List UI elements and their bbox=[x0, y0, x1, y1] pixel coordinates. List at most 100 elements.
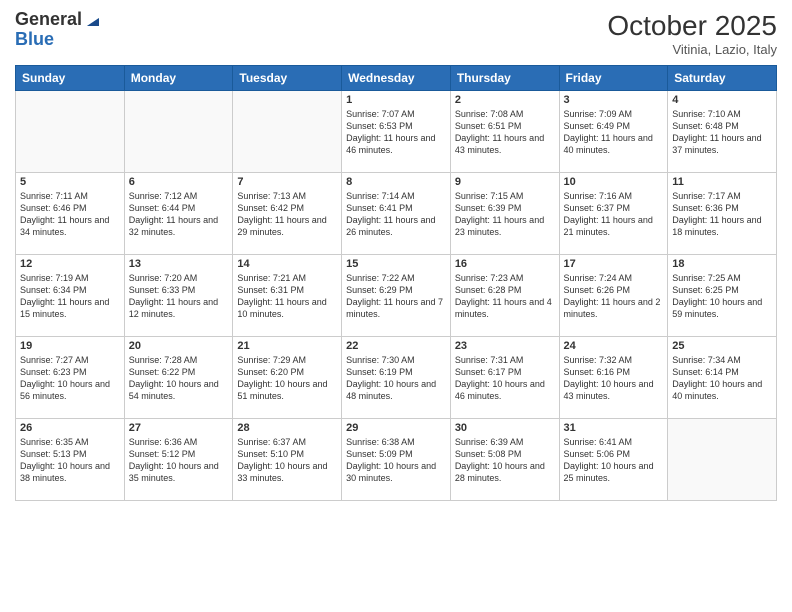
table-row: 19 Sunrise: 7:27 AM Sunset: 6:23 PM Dayli… bbox=[16, 337, 125, 419]
table-row: 7 Sunrise: 7:13 AM Sunset: 6:42 PM Daylig… bbox=[233, 173, 342, 255]
day-info: Sunrise: 7:15 AM Sunset: 6:39 PM Dayligh… bbox=[455, 190, 555, 239]
day-info: Sunrise: 7:09 AM Sunset: 6:49 PM Dayligh… bbox=[564, 108, 664, 157]
calendar-week-row: 12Sunrise: 7:19 AM Sunset: 6:34 PM Dayli… bbox=[16, 255, 777, 337]
day-info: Sunrise: 7:20 AM Sunset: 6:33 PM Dayligh… bbox=[129, 272, 229, 321]
table-row: 5 Sunrise: 7:11 AM Sunset: 6:46 PM Daylig… bbox=[16, 173, 125, 255]
header-saturday: Saturday bbox=[668, 66, 777, 91]
table-row: 9 Sunrise: 7:15 AM Sunset: 6:39 PM Daylig… bbox=[450, 173, 559, 255]
day-info: Sunrise: 7:27 AM Sunset: 6:23 PM Dayligh… bbox=[20, 354, 120, 403]
day-number: 9 bbox=[455, 176, 555, 188]
day-number: 18 bbox=[672, 258, 772, 270]
day-number: 30 bbox=[455, 422, 555, 434]
day-info: Sunrise: 7:29 AM Sunset: 6:20 PM Dayligh… bbox=[237, 354, 337, 403]
day-number: 23 bbox=[455, 340, 555, 352]
table-row: 23 Sunrise: 7:31 AM Sunset: 6:17 PM Dayli… bbox=[450, 337, 559, 419]
table-row: 24 Sunrise: 7:32 AM Sunset: 6:16 PM Dayli… bbox=[559, 337, 668, 419]
day-number: 29 bbox=[346, 422, 446, 434]
table-row: 26 Sunrise: 6:35 AM Sunset: 5:13 PM Dayli… bbox=[16, 419, 125, 501]
day-number: 28 bbox=[237, 422, 337, 434]
calendar-week-row: 5 Sunrise: 7:11 AM Sunset: 6:46 PM Daylig… bbox=[16, 173, 777, 255]
day-info: Sunrise: 7:07 AM Sunset: 6:53 PM Dayligh… bbox=[346, 108, 446, 157]
table-row: 25Sunrise: 7:34 AM Sunset: 6:14 PM Dayli… bbox=[668, 337, 777, 419]
day-number: 19 bbox=[20, 340, 120, 352]
logo: General Blue bbox=[15, 10, 103, 50]
table-row: 28 Sunrise: 6:37 AM Sunset: 5:10 PM Dayli… bbox=[233, 419, 342, 501]
day-number: 20 bbox=[129, 340, 229, 352]
day-info: Sunrise: 7:17 AM Sunset: 6:36 PM Dayligh… bbox=[672, 190, 772, 239]
day-info: Sunrise: 6:37 AM Sunset: 5:10 PM Dayligh… bbox=[237, 436, 337, 485]
table-row: 31Sunrise: 6:41 AM Sunset: 5:06 PM Dayli… bbox=[559, 419, 668, 501]
table-row: 15Sunrise: 7:22 AM Sunset: 6:29 PM Dayli… bbox=[342, 255, 451, 337]
header-sunday: Sunday bbox=[16, 66, 125, 91]
calendar-week-row: 26 Sunrise: 6:35 AM Sunset: 5:13 PM Dayli… bbox=[16, 419, 777, 501]
table-row: 27Sunrise: 6:36 AM Sunset: 5:12 PM Dayli… bbox=[124, 419, 233, 501]
day-info: Sunrise: 6:38 AM Sunset: 5:09 PM Dayligh… bbox=[346, 436, 446, 485]
table-row: 16 Sunrise: 7:23 AM Sunset: 6:28 PM Dayli… bbox=[450, 255, 559, 337]
day-number: 8 bbox=[346, 176, 446, 188]
day-info: Sunrise: 7:24 AM Sunset: 6:26 PM Dayligh… bbox=[564, 272, 664, 321]
table-row bbox=[16, 91, 125, 173]
day-info: Sunrise: 6:35 AM Sunset: 5:13 PM Dayligh… bbox=[20, 436, 120, 485]
day-number: 31 bbox=[564, 422, 664, 434]
table-row: 8 Sunrise: 7:14 AM Sunset: 6:41 PM Daylig… bbox=[342, 173, 451, 255]
title-block: October 2025 Vitinia, Lazio, Italy bbox=[607, 10, 777, 57]
table-row bbox=[668, 419, 777, 501]
day-number: 2 bbox=[455, 94, 555, 106]
day-info: Sunrise: 7:28 AM Sunset: 6:22 PM Dayligh… bbox=[129, 354, 229, 403]
table-row bbox=[124, 91, 233, 173]
table-row: 14Sunrise: 7:21 AM Sunset: 6:31 PM Dayli… bbox=[233, 255, 342, 337]
logo-blue: Blue bbox=[15, 30, 103, 50]
day-number: 16 bbox=[455, 258, 555, 270]
day-info: Sunrise: 7:31 AM Sunset: 6:17 PM Dayligh… bbox=[455, 354, 555, 403]
header-tuesday: Tuesday bbox=[233, 66, 342, 91]
day-info: Sunrise: 7:23 AM Sunset: 6:28 PM Dayligh… bbox=[455, 272, 555, 321]
day-info: Sunrise: 7:11 AM Sunset: 6:46 PM Dayligh… bbox=[20, 190, 120, 239]
day-number: 17 bbox=[564, 258, 664, 270]
day-number: 24 bbox=[564, 340, 664, 352]
day-number: 22 bbox=[346, 340, 446, 352]
table-row: 13Sunrise: 7:20 AM Sunset: 6:33 PM Dayli… bbox=[124, 255, 233, 337]
logo-icon bbox=[83, 10, 103, 30]
table-row: 3 Sunrise: 7:09 AM Sunset: 6:49 PM Daylig… bbox=[559, 91, 668, 173]
day-number: 27 bbox=[129, 422, 229, 434]
day-number: 6 bbox=[129, 176, 229, 188]
table-row: 20 Sunrise: 7:28 AM Sunset: 6:22 PM Dayli… bbox=[124, 337, 233, 419]
day-number: 11 bbox=[672, 176, 772, 188]
day-info: Sunrise: 7:25 AM Sunset: 6:25 PM Dayligh… bbox=[672, 272, 772, 321]
day-number: 7 bbox=[237, 176, 337, 188]
day-number: 15 bbox=[346, 258, 446, 270]
table-row: 29 Sunrise: 6:38 AM Sunset: 5:09 PM Dayli… bbox=[342, 419, 451, 501]
day-number: 5 bbox=[20, 176, 120, 188]
table-row: 4 Sunrise: 7:10 AM Sunset: 6:48 PM Daylig… bbox=[668, 91, 777, 173]
day-number: 1 bbox=[346, 94, 446, 106]
day-info: Sunrise: 7:13 AM Sunset: 6:42 PM Dayligh… bbox=[237, 190, 337, 239]
day-info: Sunrise: 7:12 AM Sunset: 6:44 PM Dayligh… bbox=[129, 190, 229, 239]
table-row: 30 Sunrise: 6:39 AM Sunset: 5:08 PM Dayli… bbox=[450, 419, 559, 501]
day-info: Sunrise: 7:16 AM Sunset: 6:37 PM Dayligh… bbox=[564, 190, 664, 239]
day-info: Sunrise: 7:34 AM Sunset: 6:14 PM Dayligh… bbox=[672, 354, 772, 403]
location: Vitinia, Lazio, Italy bbox=[607, 42, 777, 57]
header-thursday: Thursday bbox=[450, 66, 559, 91]
table-row: 17 Sunrise: 7:24 AM Sunset: 6:26 PM Dayli… bbox=[559, 255, 668, 337]
day-info: Sunrise: 7:10 AM Sunset: 6:48 PM Dayligh… bbox=[672, 108, 772, 157]
table-row: 18 Sunrise: 7:25 AM Sunset: 6:25 PM Dayli… bbox=[668, 255, 777, 337]
table-row: 1 Sunrise: 7:07 AM Sunset: 6:53 PM Daylig… bbox=[342, 91, 451, 173]
day-number: 21 bbox=[237, 340, 337, 352]
day-info: Sunrise: 6:39 AM Sunset: 5:08 PM Dayligh… bbox=[455, 436, 555, 485]
day-number: 4 bbox=[672, 94, 772, 106]
day-number: 10 bbox=[564, 176, 664, 188]
day-info: Sunrise: 7:14 AM Sunset: 6:41 PM Dayligh… bbox=[346, 190, 446, 239]
header-monday: Monday bbox=[124, 66, 233, 91]
logo-general: General bbox=[15, 10, 82, 30]
day-info: Sunrise: 7:32 AM Sunset: 6:16 PM Dayligh… bbox=[564, 354, 664, 403]
table-row: 10 Sunrise: 7:16 AM Sunset: 6:37 PM Dayli… bbox=[559, 173, 668, 255]
calendar-table: Sunday Monday Tuesday Wednesday Thursday… bbox=[15, 65, 777, 501]
weekday-header-row: Sunday Monday Tuesday Wednesday Thursday… bbox=[16, 66, 777, 91]
day-number: 3 bbox=[564, 94, 664, 106]
day-number: 26 bbox=[20, 422, 120, 434]
table-row: 6 Sunrise: 7:12 AM Sunset: 6:44 PM Daylig… bbox=[124, 173, 233, 255]
day-number: 12 bbox=[20, 258, 120, 270]
table-row: 2Sunrise: 7:08 AM Sunset: 6:51 PM Daylig… bbox=[450, 91, 559, 173]
day-info: Sunrise: 7:30 AM Sunset: 6:19 PM Dayligh… bbox=[346, 354, 446, 403]
calendar-week-row: 19 Sunrise: 7:27 AM Sunset: 6:23 PM Dayli… bbox=[16, 337, 777, 419]
